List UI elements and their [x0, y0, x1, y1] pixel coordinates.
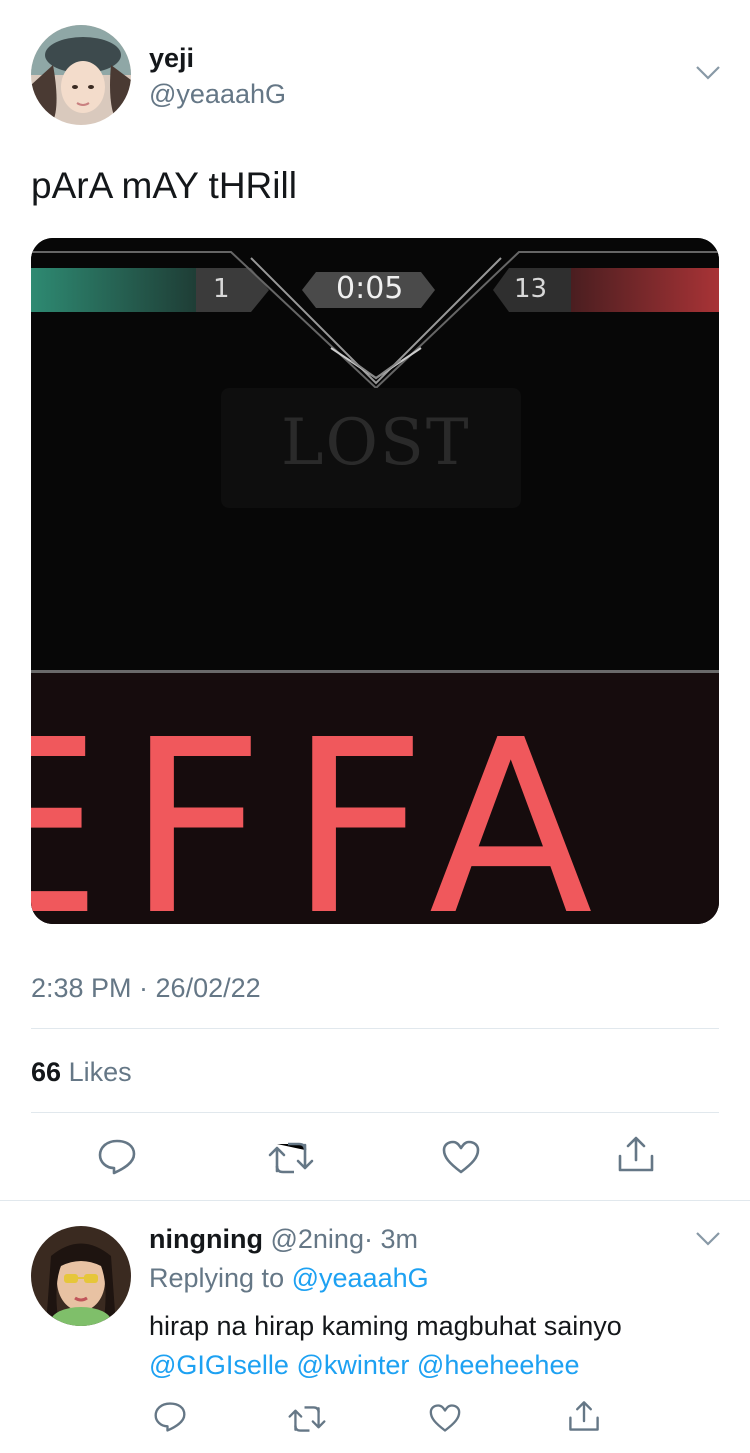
share-icon[interactable]	[567, 1399, 601, 1433]
mention-link[interactable]: @heeheehee	[417, 1350, 580, 1380]
game-banner-text: EFFA	[31, 688, 617, 924]
reply-author-handle[interactable]: @2ning	[270, 1224, 363, 1254]
tweet-media-image[interactable]: 1 0:05 13 LOST EFFA	[31, 238, 719, 924]
chevron-down-icon[interactable]	[695, 64, 721, 82]
reply-header: ningning @2ning· 3m	[149, 1222, 418, 1256]
mention-link[interactable]: @GIGIselle	[149, 1350, 289, 1380]
author-handle[interactable]: @yeaaahG	[149, 78, 286, 110]
reply-icon[interactable]	[153, 1401, 187, 1433]
chevron-down-icon[interactable]	[695, 1230, 721, 1248]
round-timer: 0:05	[336, 271, 404, 306]
match-status-text: LOST	[281, 406, 471, 480]
divider	[0, 1200, 750, 1201]
retweet-icon[interactable]	[268, 1140, 314, 1176]
left-team-score: 1	[213, 274, 230, 304]
likes-label: Likes	[68, 1057, 132, 1087]
tweet-text: pArA mAY tHRill	[31, 165, 297, 206]
share-icon[interactable]	[616, 1134, 656, 1174]
retweet-icon[interactable]	[288, 1404, 326, 1434]
reply-mentions: @GIGIselle @kwinter @heeheehee	[149, 1348, 579, 1382]
reply-icon[interactable]	[97, 1138, 137, 1176]
author-display-name[interactable]: yeji	[149, 42, 194, 74]
like-icon[interactable]	[428, 1403, 462, 1433]
divider	[31, 1028, 719, 1029]
likes-summary[interactable]: 66 Likes	[31, 1056, 132, 1088]
tweet-timestamp[interactable]: 2:38 PM · 26/02/22	[31, 972, 261, 1004]
mention-link[interactable]: @kwinter	[296, 1350, 409, 1380]
right-team-score: 13	[514, 274, 548, 304]
reply-age: · 3m	[363, 1224, 418, 1254]
replying-to-prefix: Replying to	[149, 1263, 285, 1293]
reply-author-display-name[interactable]: ningning	[149, 1224, 263, 1254]
author-avatar[interactable]	[31, 25, 131, 125]
reply-author-avatar[interactable]	[31, 1226, 131, 1326]
replying-to: Replying to @yeaaahG	[149, 1261, 429, 1295]
likes-count: 66	[31, 1057, 62, 1087]
like-icon[interactable]	[441, 1139, 481, 1175]
reply-text: hirap na hirap kaming magbuhat sainyo	[149, 1311, 622, 1341]
divider	[31, 1112, 719, 1113]
replying-to-handle[interactable]: @yeaaahG	[292, 1263, 429, 1293]
